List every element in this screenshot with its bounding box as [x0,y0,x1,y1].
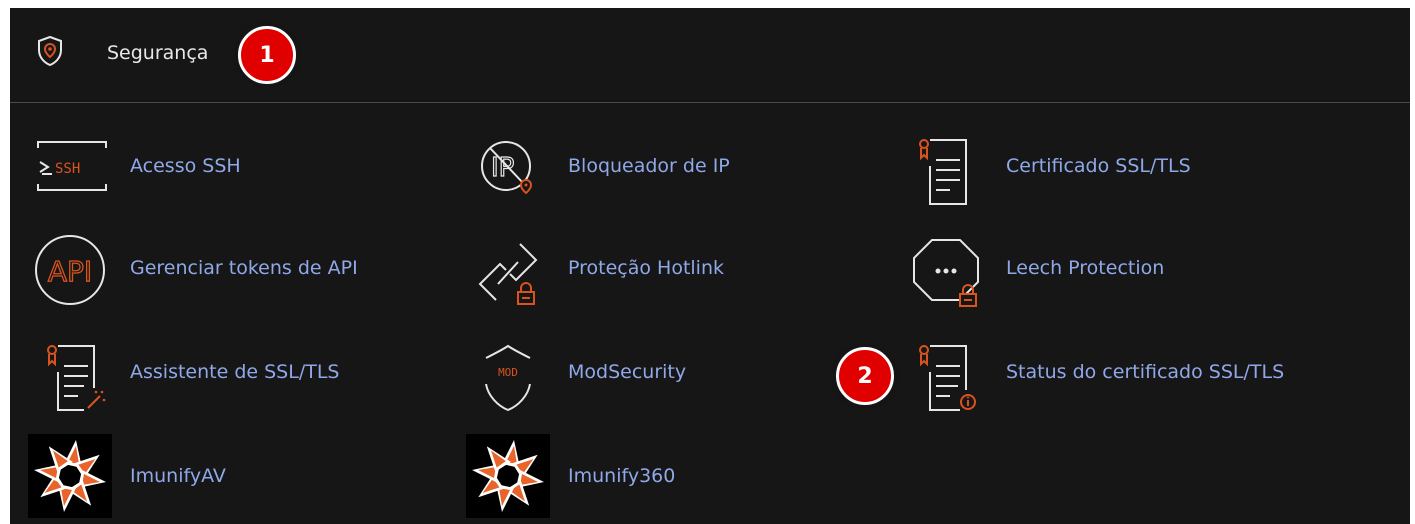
item-label: Proteção Hotlink [568,257,724,279]
item-label: Bloqueador de IP [568,155,730,177]
imunifyav-link[interactable]: ImunifyAV [28,434,428,524]
api-icon: API [28,226,112,310]
item-label: Certificado SSL/TLS [1006,155,1191,177]
modsecurity-shield-icon: MOD [466,330,550,414]
item-label: ModSecurity [568,361,687,383]
imunify-logo-icon [28,434,112,518]
ip-icon-text: IP [491,153,514,183]
certificate-status-icon [904,330,988,414]
status-certificado-ssl-link[interactable]: Status do certificado SSL/TLS [904,330,1384,422]
leech-protection-link[interactable]: Leech Protection [904,226,1384,318]
api-icon-text: API [48,255,92,288]
item-label: ImunifyAV [130,465,226,487]
imunify360-link[interactable]: Imunify360 [466,434,866,524]
item-label: Imunify360 [568,465,676,487]
item-label: Gerenciar tokens de API [130,257,358,279]
leech-octagon-lock-icon [904,226,988,310]
imunify-logo-icon [466,434,550,518]
shield-location-icon [37,35,63,67]
modsecurity-link[interactable]: MOD ModSecurity [466,330,866,422]
acesso-ssh-link[interactable]: SSH Acesso SSH [28,124,428,216]
hotlink-chain-lock-icon [466,226,550,310]
security-panel: Segurança 1 SSH Acesso SSH IP Bloqueador… [10,8,1410,524]
bloqueador-ip-link[interactable]: IP Bloqueador de IP [466,124,866,216]
item-label: Status do certificado SSL/TLS [1006,361,1285,383]
certificate-icon [904,124,988,208]
assistente-ssl-link[interactable]: Assistente de SSL/TLS [28,330,428,422]
item-label: Acesso SSH [130,155,241,177]
gerenciar-tokens-api-link[interactable]: API Gerenciar tokens de API [28,226,448,318]
ssh-icon-text: SSH [55,161,80,177]
certificado-ssl-link[interactable]: Certificado SSL/TLS [904,124,1384,216]
section-header[interactable]: Segurança 1 [10,8,1410,103]
certificate-wizard-icon [28,330,112,414]
item-label: Assistente de SSL/TLS [130,361,340,383]
mod-icon-text: MOD [498,366,518,379]
annotation-badge-2: 2 [836,347,894,405]
ip-blocker-icon: IP [466,124,550,208]
ssh-terminal-icon: SSH [28,124,112,208]
section-title: Segurança [107,42,209,64]
annotation-badge-1: 1 [238,26,296,84]
protecao-hotlink-link[interactable]: Proteção Hotlink [466,226,866,318]
item-label: Leech Protection [1006,257,1165,279]
